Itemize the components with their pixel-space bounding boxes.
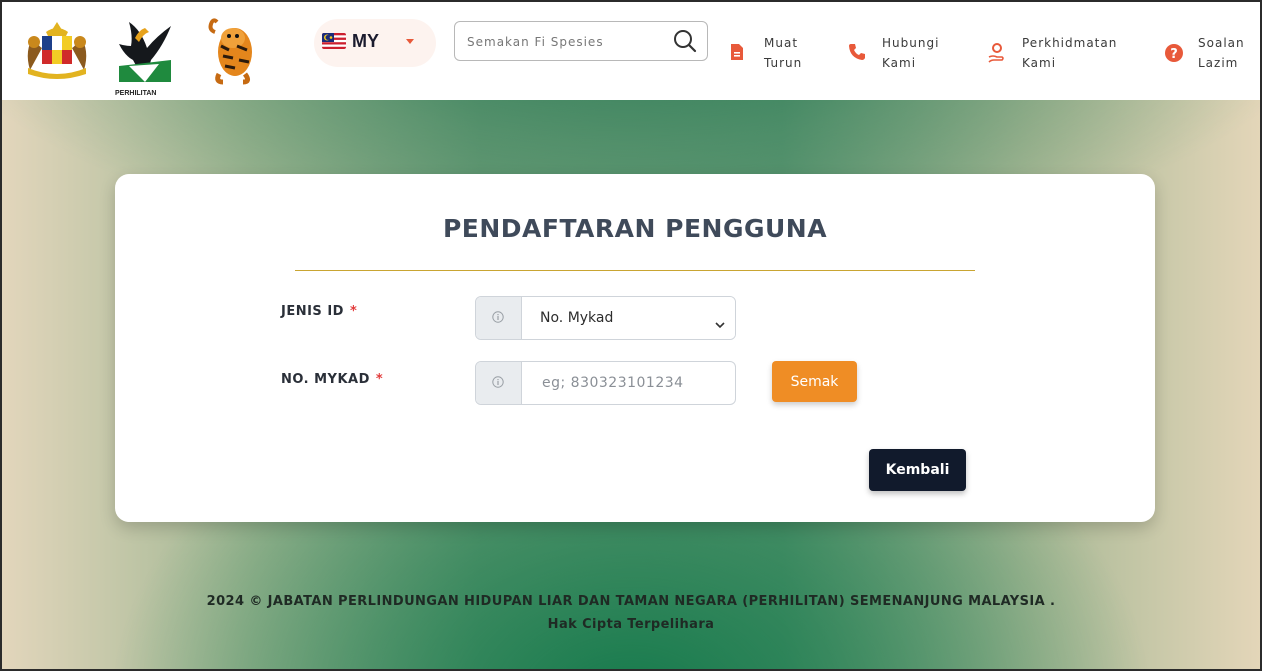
tiger-logo[interactable] [207, 16, 259, 90]
file-download-icon [730, 43, 744, 65]
perhilitan-logo-label: PERHILITAN [115, 90, 157, 97]
info-addon [476, 297, 522, 339]
footer-rights: Hak Cipta Terpelihara [547, 617, 715, 632]
footer-copyright: 2024 © JABATAN PERLINDUNGAN HIDUPAN LIAR… [206, 594, 1056, 609]
chevron-down-icon [715, 314, 725, 333]
info-addon [476, 362, 522, 404]
nav-label-contact: Hubungi Kami [882, 36, 940, 70]
mykad-label: NO. MYKAD * [281, 372, 383, 387]
mykad-field [475, 361, 736, 405]
malaysia-flag-icon [322, 33, 346, 49]
top-header: PERHILITAN MY Semakan Fi Spesies Muat Tu… [2, 2, 1260, 100]
nav-label-download: Muat Turun [764, 36, 803, 70]
id-type-field: No. Mykad [475, 296, 736, 340]
service-hand-icon [988, 43, 1006, 67]
semak-button[interactable]: Semak [772, 361, 857, 402]
search-input[interactable] [465, 30, 659, 54]
coat-of-arms-logo[interactable] [20, 20, 94, 86]
species-fee-search [454, 21, 708, 61]
id-type-label: JENIS ID * [281, 304, 357, 319]
chevron-down-icon [406, 39, 414, 44]
page-title: PENDAFTARAN PENGGUNA [442, 214, 828, 243]
svg-text:?: ? [1170, 47, 1178, 62]
phone-icon [848, 43, 866, 65]
nav-label-services: Perkhidmatan Kami [1022, 36, 1118, 70]
language-code: MY [352, 31, 379, 51]
required-marker: * [375, 372, 384, 387]
id-type-label-text: JENIS ID [281, 304, 344, 319]
id-type-select[interactable]: No. Mykad [522, 297, 735, 339]
title-divider [295, 270, 975, 271]
search-icon[interactable] [673, 29, 697, 57]
info-icon [492, 311, 504, 323]
mykad-input[interactable] [522, 362, 730, 404]
required-marker: * [349, 304, 358, 319]
registration-card: PENDAFTARAN PENGGUNA JENIS ID * No. Mykad… [115, 174, 1155, 522]
info-icon [492, 376, 504, 388]
nav-label-faq: Soalan Lazim [1198, 36, 1245, 70]
footer: 2024 © JABATAN PERLINDUNGAN HIDUPAN LIAR… [2, 590, 1260, 636]
mykad-label-text: NO. MYKAD [281, 372, 370, 387]
question-circle-icon: ? [1164, 43, 1184, 67]
kembali-button[interactable]: Kembali [869, 449, 966, 491]
language-selector[interactable]: MY [314, 19, 436, 67]
perhilitan-logo[interactable]: PERHILITAN [115, 20, 175, 97]
